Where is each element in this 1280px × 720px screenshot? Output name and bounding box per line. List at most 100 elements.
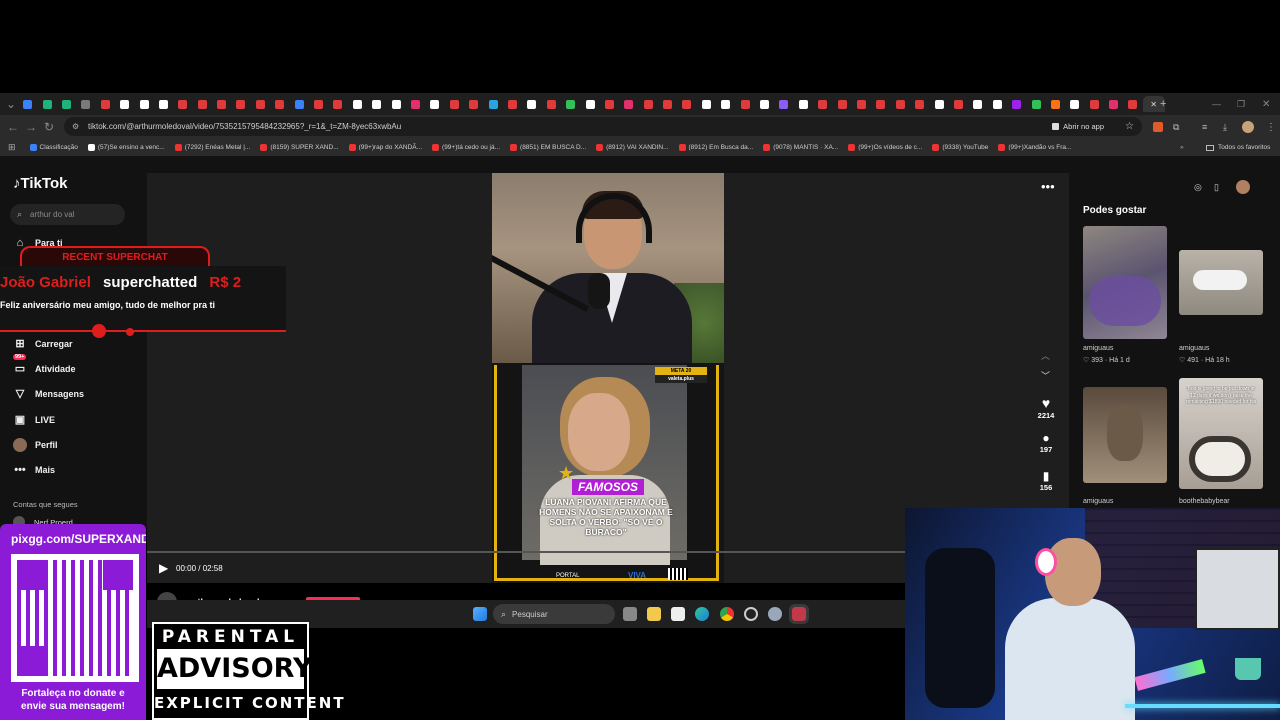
bookmark-item[interactable]: (8159) SUPER XAND... xyxy=(260,144,339,151)
browser-tab[interactable] xyxy=(716,96,735,112)
bookmarks-overflow-icon[interactable]: » xyxy=(1180,144,1184,151)
bookmark-item[interactable]: (8912) Em Busca da... xyxy=(678,144,753,151)
browser-tab[interactable] xyxy=(1026,96,1045,112)
download-icon[interactable]: ⤓ xyxy=(1223,122,1227,133)
browser-tab[interactable] xyxy=(464,96,483,112)
nav-profile[interactable]: Perfil xyxy=(13,436,58,454)
browser-tab[interactable] xyxy=(1104,96,1123,112)
tiktok-logo[interactable]: ♪TikTok xyxy=(13,175,67,192)
browser-tab[interactable] xyxy=(406,96,425,112)
browser-tab[interactable] xyxy=(542,96,561,112)
bookmark-item[interactable]: (8912) VAI XANDIN... xyxy=(596,144,669,151)
browser-tab[interactable] xyxy=(231,96,250,112)
nav-more[interactable]: ••• Mais xyxy=(13,461,55,479)
bookmark-star-icon[interactable]: ☆ xyxy=(1125,121,1134,132)
browser-tab[interactable] xyxy=(212,96,231,112)
browser-tab[interactable] xyxy=(619,96,638,112)
browser-tab[interactable] xyxy=(37,96,56,112)
bookmark-item[interactable]: (9078) MANTIS · XA... xyxy=(763,144,838,151)
browser-tab[interactable] xyxy=(561,96,580,112)
browser-tab[interactable] xyxy=(289,96,308,112)
bookmark-item[interactable]: Classificação xyxy=(29,144,78,151)
all-bookmarks-button[interactable]: Todos os favoritos xyxy=(1206,144,1270,151)
open-in-app-button[interactable]: Abrir no app xyxy=(1052,122,1104,131)
settings-icon[interactable] xyxy=(768,607,782,621)
suggestion-thumb-4[interactable]: Boo is going to be put down in 12 days i… xyxy=(1179,378,1263,489)
reload-icon[interactable]: ↻ xyxy=(40,120,58,134)
browser-tab[interactable] xyxy=(852,96,871,112)
nav-live[interactable]: ▣ LIVE xyxy=(13,411,55,429)
browser-tab[interactable] xyxy=(173,96,192,112)
bookmark-item[interactable]: (8851) EM BUSCA D... xyxy=(510,144,586,151)
browser-tab[interactable] xyxy=(755,96,774,112)
suggestion-thumb-3[interactable] xyxy=(1083,387,1167,483)
browser-tab[interactable] xyxy=(910,96,929,112)
profile-avatar[interactable] xyxy=(1242,121,1254,133)
bookmark-item[interactable]: (57)Se ensino a venc... xyxy=(87,144,165,151)
browser-tab[interactable] xyxy=(968,96,987,112)
progress-bar[interactable] xyxy=(147,551,905,553)
browser-tab[interactable] xyxy=(309,96,328,112)
close-window-icon[interactable]: ✕ xyxy=(1262,99,1270,110)
browser-tab[interactable] xyxy=(677,96,696,112)
tab-search-icon[interactable]: ⌄ xyxy=(4,97,18,111)
browser-tab[interactable] xyxy=(871,96,890,112)
bookmark-item[interactable]: (99+)Xandão vs Fra... xyxy=(998,144,1071,151)
forward-icon[interactable]: → xyxy=(22,120,40,134)
device-icon[interactable]: ▯ xyxy=(1214,182,1219,193)
nav-messages[interactable]: ▽ Mensagens xyxy=(13,385,84,403)
browser-tab[interactable] xyxy=(270,96,289,112)
browser-tab[interactable] xyxy=(367,96,386,112)
browser-tab[interactable] xyxy=(154,96,173,112)
next-video-icon[interactable]: ﹀ xyxy=(1041,369,1050,382)
browser-tab[interactable] xyxy=(251,96,270,112)
browser-tab[interactable] xyxy=(1084,96,1103,112)
extensions-puzzle-icon[interactable]: ⧉ xyxy=(1173,122,1179,133)
site-info-icon[interactable]: ⚙ xyxy=(72,122,79,131)
restore-icon[interactable]: ❐ xyxy=(1237,99,1245,110)
browser-tab[interactable] xyxy=(600,96,619,112)
play-icon[interactable]: ▶ xyxy=(159,561,168,575)
taskbar-search[interactable]: ⌕ Pesquisar xyxy=(493,604,615,624)
prev-video-icon[interactable]: ︿ xyxy=(1041,349,1050,362)
browser-tab[interactable] xyxy=(794,96,813,112)
browser-tab[interactable] xyxy=(522,96,541,112)
browser-tab[interactable] xyxy=(1007,96,1026,112)
browser-tab[interactable] xyxy=(813,96,832,112)
browser-tab[interactable] xyxy=(832,96,851,112)
browser-tab[interactable] xyxy=(735,96,754,112)
chrome-icon[interactable] xyxy=(720,607,734,621)
browser-tab[interactable] xyxy=(697,96,716,112)
comment-button[interactable]: ● 197 xyxy=(1033,431,1059,454)
minimize-icon[interactable]: — xyxy=(1212,99,1221,109)
browser-tab[interactable] xyxy=(929,96,948,112)
browser-tab[interactable] xyxy=(328,96,347,112)
browser-tab[interactable] xyxy=(503,96,522,112)
browser-tab[interactable] xyxy=(1065,96,1084,112)
browser-tab[interactable] xyxy=(580,96,599,112)
browser-tab[interactable] xyxy=(57,96,76,112)
url-input[interactable]: ⚙ tiktok.com/@arthurmoledoval/video/7535… xyxy=(64,117,1142,136)
back-icon[interactable]: ← xyxy=(4,120,22,134)
video-frame[interactable]: META 20 valeta.plus ★ FAMOSOS LUANA PIOV… xyxy=(492,173,724,583)
browser-tab[interactable] xyxy=(18,96,37,112)
browser-tab[interactable] xyxy=(774,96,793,112)
windows-start-icon[interactable] xyxy=(473,607,487,621)
file-explorer-icon[interactable] xyxy=(647,607,661,621)
extension-icon[interactable] xyxy=(1153,122,1163,132)
browser-tab[interactable] xyxy=(949,96,968,112)
browser-tab[interactable] xyxy=(445,96,464,112)
browser-tab[interactable] xyxy=(425,96,444,112)
like-button[interactable]: ♥ 2214 xyxy=(1033,395,1059,420)
browser-menu-icon[interactable]: ⋮ xyxy=(1266,122,1276,133)
browser-tab[interactable] xyxy=(658,96,677,112)
more-options-icon[interactable]: ••• xyxy=(1041,179,1055,194)
store-icon[interactable] xyxy=(671,607,685,621)
browser-tab[interactable] xyxy=(134,96,153,112)
obs-icon[interactable] xyxy=(744,607,758,621)
browser-tab[interactable] xyxy=(348,96,367,112)
browser-tab[interactable] xyxy=(1046,96,1065,112)
suggestion-thumb-1[interactable] xyxy=(1083,226,1167,339)
media-icon[interactable]: ≡ xyxy=(1202,122,1207,132)
nav-upload[interactable]: ⊞ Carregar xyxy=(13,335,72,353)
